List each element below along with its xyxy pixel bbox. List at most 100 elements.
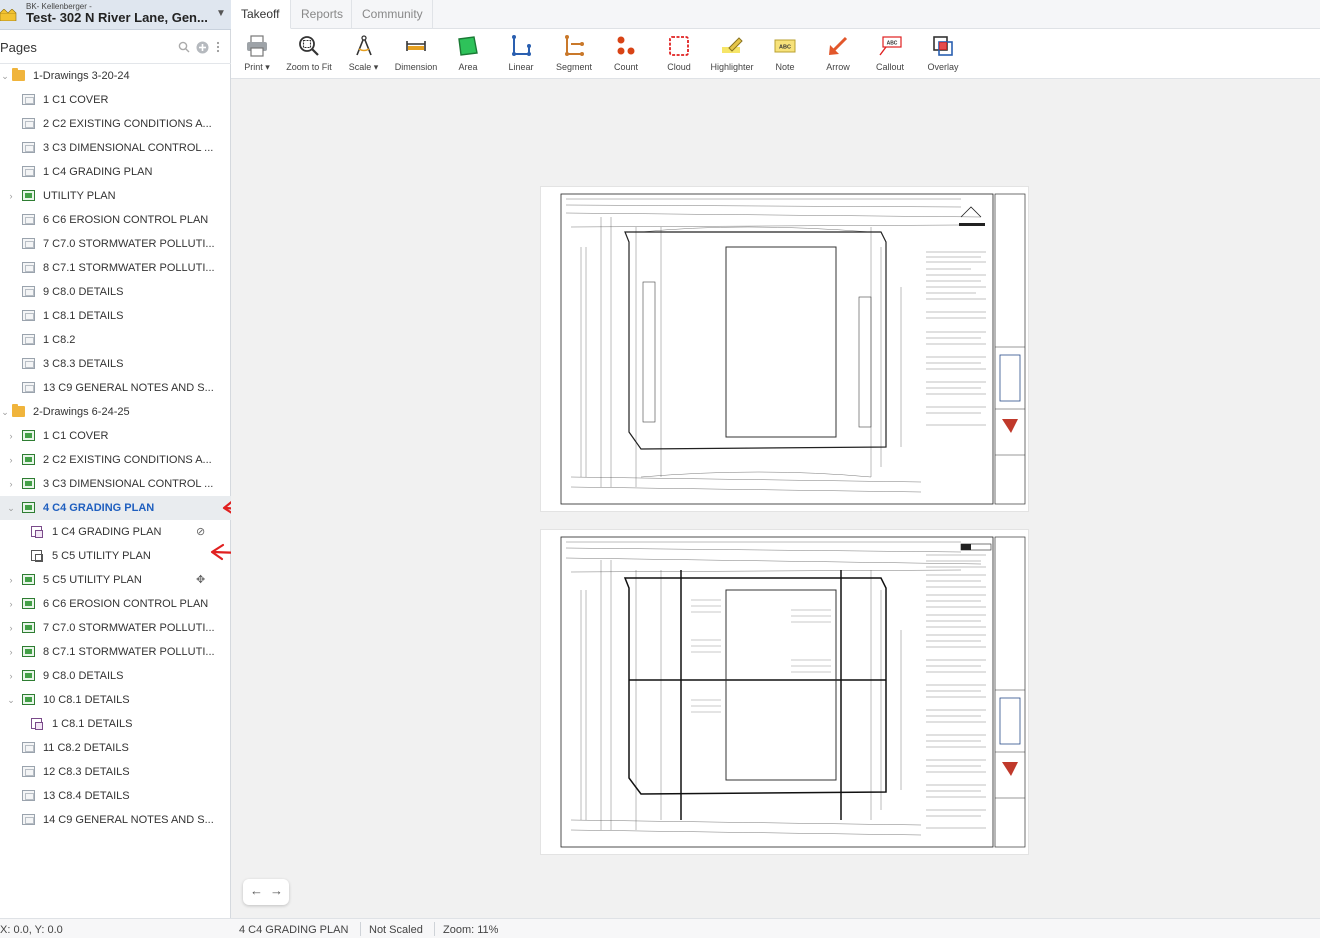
page-row[interactable]: 8 C7.1 STORMWATER POLLUTI... [0,256,231,280]
arrow-right-icon[interactable]: → [270,883,283,898]
arrow-left-icon[interactable]: ← [250,883,263,898]
page-row[interactable]: 13 C8.4 DETAILS [0,784,231,808]
project-selector[interactable]: BK- Kellenberger - Test- 302 N River Lan… [0,0,231,30]
chevron-right-icon[interactable]: › [6,592,16,616]
tab-takeoff[interactable]: Takeoff [231,0,291,29]
tab-community[interactable]: Community [352,0,433,29]
zoom-to-fit-button[interactable]: Zoom to Fit [284,29,334,79]
drawing-canvas[interactable]: ← → [231,79,1320,918]
chevron-right-icon[interactable]: › [6,616,16,640]
chevron-right-icon[interactable]: › [6,424,16,448]
scale-label: Scale ▾ [348,62,379,72]
overlay-button[interactable]: Overlay [924,29,962,79]
chevron-down-icon[interactable]: ⌄ [6,688,16,712]
chevron-right-icon[interactable]: › [6,664,16,688]
page-row[interactable]: › 8 C7.1 STORMWATER POLLUTI... [0,640,231,664]
page-icon [22,358,35,369]
page-icon [22,646,35,657]
more-vertical-icon[interactable] [216,41,220,53]
page-label: 8 C7.1 STORMWATER POLLUTI... [43,262,215,274]
page-row[interactable]: › 7 C7.0 STORMWATER POLLUTI... [0,616,231,640]
page-row[interactable]: › 5 C5 UTILITY PLAN ✥ [0,568,231,592]
move-icon[interactable]: ✥ [196,568,205,592]
page-icon [22,142,35,153]
search-icon[interactable] [178,41,190,53]
segment-button[interactable]: Segment [551,29,597,79]
callout-button[interactable]: ABC Callout [871,29,909,79]
page-label: 10 C8.1 DETAILS [43,694,130,706]
page-icon [22,118,35,129]
page-row[interactable]: 11 C8.2 DETAILS [0,736,231,760]
page-icon [22,694,35,705]
page-row[interactable]: 12 C8.3 DETAILS [0,760,231,784]
page-label: 5 C5 UTILITY PLAN [43,574,142,586]
dimension-button[interactable]: Dimension [391,29,441,79]
chevron-right-icon[interactable]: › [6,568,16,592]
printer-icon [247,35,267,57]
page-row[interactable]: 14 C9 GENERAL NOTES AND S... [0,808,231,832]
page-row[interactable]: 1 C1 COVER [0,88,231,112]
project-title: Test- 302 N River Lane, Gen... [26,10,208,25]
page-row[interactable]: › 2 C2 EXISTING CONDITIONS A... [0,448,231,472]
count-button[interactable]: Count [608,29,644,79]
page-row[interactable]: › 1 C1 COVER [0,424,231,448]
page-icon [22,190,35,201]
page-icon [22,622,35,633]
folder-row[interactable]: ⌄ 1-Drawings 3-20-24 [0,64,231,88]
cloud-icon [669,36,689,56]
page-label: UTILITY PLAN [43,190,116,202]
page-row[interactable]: 2 C2 EXISTING CONDITIONS A... [0,112,231,136]
page-label: 1 C4 GRADING PLAN [52,526,162,538]
callout-icon-text: ABC [887,41,898,47]
page-row[interactable]: › 6 C6 EROSION CONTROL PLAN [0,592,231,616]
tab-reports[interactable]: Reports [291,0,352,29]
add-icon[interactable] [196,41,209,54]
cloud-button[interactable]: Cloud [661,29,697,79]
page-row[interactable]: 5 C5 UTILITY PLAN [0,544,231,568]
chevron-down-icon[interactable]: ⌄ [0,400,10,424]
print-button[interactable]: Print ▾ [237,29,277,79]
chevron-right-icon[interactable]: › [6,472,16,496]
page-label: 9 C8.0 DETAILS [43,286,124,298]
chevron-down-icon[interactable]: ⌄ [6,496,16,520]
page-row[interactable]: 1 C4 GRADING PLAN ⊘ [0,520,231,544]
chevron-right-icon[interactable]: › [6,448,16,472]
chevron-right-icon[interactable]: › [6,640,16,664]
page-row[interactable]: 1 C8.1 DETAILS [0,304,231,328]
page-label: 9 C8.0 DETAILS [43,670,124,682]
page-label: 2 C2 EXISTING CONDITIONS A... [43,454,212,466]
callout-icon: ABC [879,36,902,56]
page-row[interactable]: 3 C3 DIMENSIONAL CONTROL ... [0,136,231,160]
page-row[interactable]: ⌄ 10 C8.1 DETAILS [0,688,231,712]
chevron-down-icon[interactable]: ⌄ [0,64,10,88]
page-label: 14 C9 GENERAL NOTES AND S... [43,814,214,826]
page-row[interactable]: 7 C7.0 STORMWATER POLLUTI... [0,232,231,256]
page-row[interactable]: 13 C9 GENERAL NOTES AND S... [0,376,231,400]
page-row[interactable]: ⌄ 4 C4 GRADING PLAN [0,496,231,520]
drawing-sheet-grading-plan[interactable] [540,186,1029,512]
pages-header: Pages [0,30,231,64]
area-button[interactable]: Area [449,29,487,79]
highlighter-button[interactable]: Highlighter [707,29,757,79]
eye-slash-icon[interactable]: ⊘ [196,520,205,544]
note-button[interactable]: ABC Note [767,29,803,79]
page-row[interactable]: 9 C8.0 DETAILS [0,280,231,304]
page-icon [22,502,35,513]
page-row[interactable]: › 9 C8.0 DETAILS [0,664,231,688]
page-row[interactable]: 1 C8.1 DETAILS [0,712,231,736]
drawing-sheet-utility-plan[interactable] [540,529,1029,855]
arrow-button[interactable]: Arrow [820,29,856,79]
scale-button[interactable]: Scale ▾ [341,29,386,79]
page-row[interactable]: 1 C8.2 [0,328,231,352]
page-row[interactable]: › 3 C3 DIMENSIONAL CONTROL ... [0,472,231,496]
page-row[interactable]: › UTILITY PLAN [0,184,231,208]
overlay-icon [933,36,953,56]
chevron-right-icon[interactable]: › [6,184,16,208]
linear-button[interactable]: Linear [501,29,541,79]
page-row[interactable]: 3 C8.3 DETAILS [0,352,231,376]
chevron-down-icon[interactable]: ▼ [216,8,226,19]
folder-row[interactable]: ⌄ 2-Drawings 6-24-25 [0,400,231,424]
page-row[interactable]: 6 C6 EROSION CONTROL PLAN [0,208,231,232]
page-row[interactable]: 1 C4 GRADING PLAN [0,160,231,184]
page-icon [22,814,35,825]
